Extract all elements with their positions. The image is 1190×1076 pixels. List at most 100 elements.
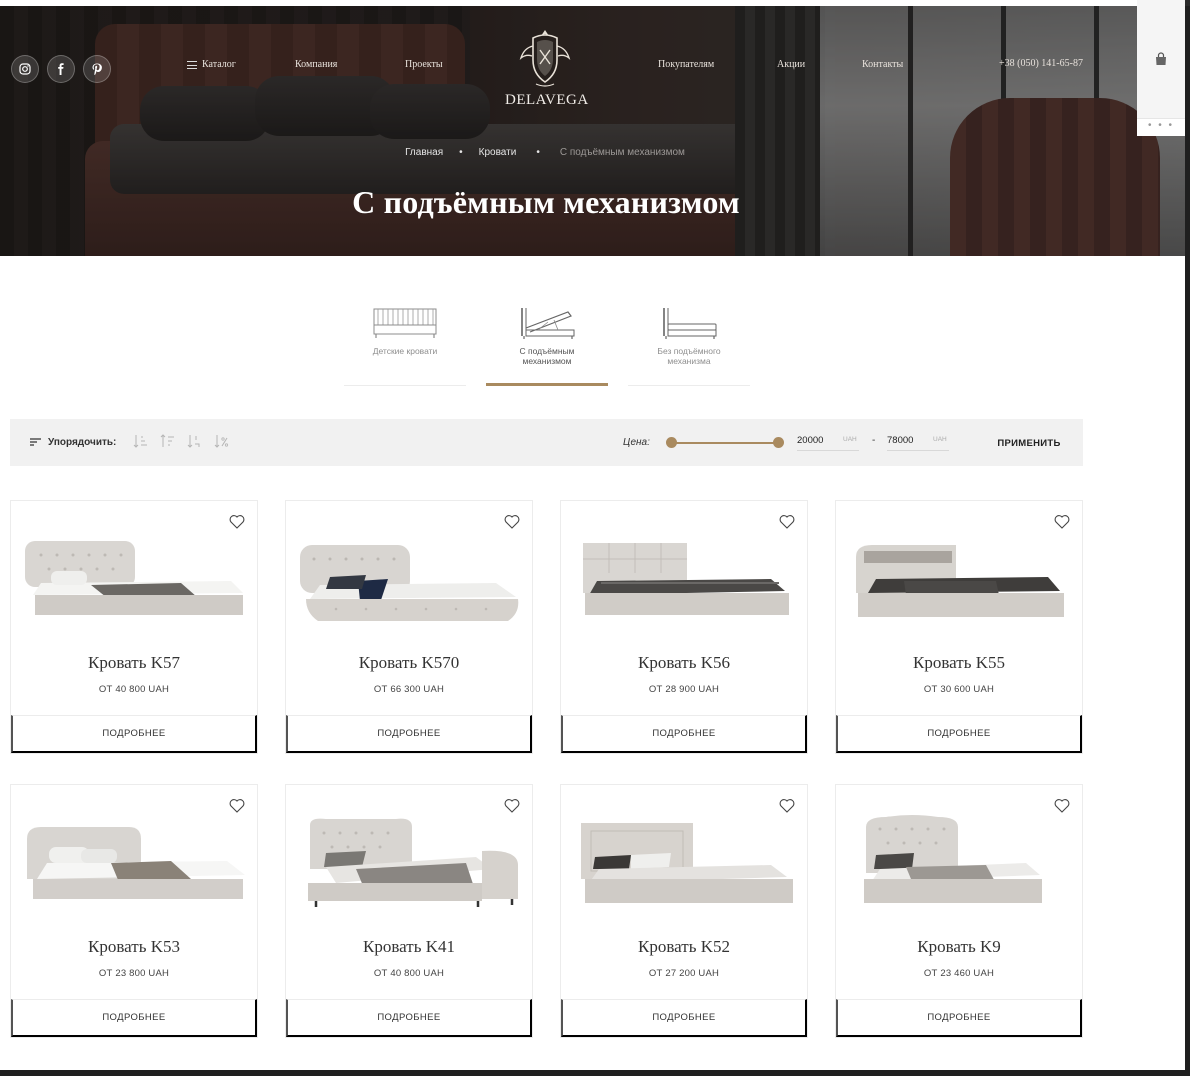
- sort-lines-icon: [30, 438, 41, 446]
- details-button[interactable]: ПОДРОБНЕЕ: [836, 999, 1082, 1037]
- kids-bed-icon: [373, 308, 437, 338]
- product-price: ОТ 23 460 UAH: [923, 968, 995, 979]
- nav-catalog[interactable]: Каталог: [187, 59, 236, 70]
- product-name[interactable]: Кровать K570: [286, 653, 532, 673]
- page: Каталог Компания Проекты DELAVEGA Покупа…: [0, 0, 1185, 1070]
- details-button[interactable]: ПОДРОБНЕЕ: [561, 715, 807, 753]
- sort-discount-icon[interactable]: [213, 433, 229, 449]
- product-name[interactable]: Кровать K41: [286, 937, 532, 957]
- favorite-heart-icon[interactable]: [1054, 514, 1070, 529]
- product-card[interactable]: Кровать K570 ОТ 66 300 UAH ПОДРОБНЕЕ: [285, 500, 533, 754]
- price-range-dash: -: [872, 435, 876, 446]
- phone-link[interactable]: +38 (050) 141-65-87: [999, 58, 1083, 69]
- breadcrumb: Главная • Кровати • С подъёмным механизм…: [0, 147, 1090, 158]
- facebook-icon: [58, 63, 64, 75]
- pinterest-link[interactable]: [83, 55, 111, 83]
- product-card[interactable]: Кровать K52 ОТ 27 200 UAH ПОДРОБНЕЕ: [560, 784, 808, 1038]
- product-card[interactable]: Кровать K55 ОТ 30 600 UAH ПОДРОБНЕЕ: [835, 500, 1083, 754]
- product-name[interactable]: Кровать K55: [836, 653, 1082, 673]
- sort-descending-icon[interactable]: [159, 433, 175, 449]
- breadcrumb-home[interactable]: Главная: [405, 147, 443, 158]
- product-image[interactable]: [846, 529, 1072, 629]
- product-price: ОТ 40 800 UAH: [98, 684, 170, 695]
- facebook-link[interactable]: [47, 55, 75, 83]
- product-name[interactable]: Кровать K57: [11, 653, 257, 673]
- favorite-heart-icon[interactable]: [229, 798, 245, 813]
- nav-company[interactable]: Компания: [295, 59, 337, 70]
- product-card[interactable]: Кровать K41 ОТ 40 800 UAH ПОДРОБНЕЕ: [285, 784, 533, 1038]
- price-label: Цена:: [623, 437, 650, 448]
- product-image[interactable]: [571, 529, 797, 629]
- category-label: Детские кровати: [372, 346, 438, 356]
- hero-banner: Каталог Компания Проекты DELAVEGA Покупа…: [0, 6, 1185, 256]
- favorite-heart-icon[interactable]: [779, 514, 795, 529]
- product-name[interactable]: Кровать K9: [836, 937, 1082, 957]
- product-image[interactable]: [296, 529, 522, 629]
- lift-bed-icon: [521, 308, 575, 339]
- product-price: ОТ 23 800 UAH: [98, 968, 170, 979]
- nav-promotions[interactable]: Акции: [777, 59, 805, 70]
- brand-logo-text: DELAVEGA: [505, 92, 589, 108]
- product-card[interactable]: Кровать K53 ОТ 23 800 UAH ПОДРОБНЕЕ: [10, 784, 258, 1038]
- category-tab-no-lift[interactable]: Без подъёмного механизма: [628, 300, 750, 386]
- shopping-bag-icon[interactable]: [1154, 52, 1168, 66]
- product-name[interactable]: Кровать K56: [561, 653, 807, 673]
- price-slider-max-handle[interactable]: [773, 437, 784, 448]
- product-price: ОТ 66 300 UAH: [373, 684, 445, 695]
- menu-icon: [187, 60, 197, 69]
- category-tab-lift-mechanism[interactable]: С подъёмным механизмом: [486, 300, 608, 386]
- sort-ascending-icon[interactable]: [132, 433, 148, 449]
- details-button[interactable]: ПОДРОБНЕЕ: [836, 715, 1082, 753]
- apply-filter-button[interactable]: ПРИМЕНИТЬ: [994, 433, 1064, 453]
- product-image[interactable]: [296, 813, 522, 913]
- product-price: ОТ 27 200 UAH: [648, 968, 720, 979]
- min-price-currency: UAH: [843, 436, 857, 443]
- details-button[interactable]: ПОДРОБНЕЕ: [11, 999, 257, 1037]
- details-button[interactable]: ПОДРОБНЕЕ: [561, 999, 807, 1037]
- product-image[interactable]: [21, 813, 247, 913]
- breadcrumb-separator: •: [459, 147, 463, 158]
- product-image[interactable]: [571, 813, 797, 913]
- price-slider-min-handle[interactable]: [666, 437, 677, 448]
- category-tab-kids-beds[interactable]: Детские кровати: [344, 300, 466, 386]
- category-label: Без подъёмного механизма: [657, 346, 721, 366]
- instagram-link[interactable]: [11, 55, 39, 83]
- nav-buyers[interactable]: Покупателям: [658, 59, 714, 70]
- category-label: С подъёмным механизмом: [519, 346, 575, 366]
- product-image[interactable]: [846, 813, 1072, 913]
- product-name[interactable]: Кровать K53: [11, 937, 257, 957]
- details-button[interactable]: ПОДРОБНЕЕ: [11, 715, 257, 753]
- breadcrumb-separator: •: [536, 147, 540, 158]
- product-card[interactable]: Кровать K56 ОТ 28 900 UAH ПОДРОБНЕЕ: [560, 500, 808, 754]
- details-button[interactable]: ПОДРОБНЕЕ: [286, 999, 532, 1037]
- product-card[interactable]: Кровать K9 ОТ 23 460 UAH ПОДРОБНЕЕ: [835, 784, 1083, 1038]
- standard-bed-icon: [663, 308, 717, 339]
- pinterest-icon: [92, 63, 102, 75]
- favorite-heart-icon[interactable]: [1054, 798, 1070, 813]
- filter-bar: Упорядочить: Цена: UAH - UAH ПРИМЕНИТЬ: [10, 419, 1083, 466]
- product-name[interactable]: Кровать K52: [561, 937, 807, 957]
- instagram-icon: [19, 63, 31, 75]
- favorite-heart-icon[interactable]: [779, 798, 795, 813]
- max-price-currency: UAH: [933, 436, 947, 443]
- nav-catalog-label: Каталог: [202, 59, 236, 70]
- nav-contacts[interactable]: Контакты: [862, 59, 903, 70]
- product-price: ОТ 40 800 UAH: [373, 968, 445, 979]
- more-options-button[interactable]: • • •: [1137, 118, 1185, 136]
- favorite-heart-icon[interactable]: [229, 514, 245, 529]
- cart-panel: • • •: [1137, 0, 1185, 136]
- favorite-heart-icon[interactable]: [504, 798, 520, 813]
- nav-projects[interactable]: Проекты: [405, 59, 443, 70]
- product-card[interactable]: Кровать K57 ОТ 40 800 UAH ПОДРОБНЕЕ: [10, 500, 258, 754]
- brand-logo[interactable]: DELAVEGA: [505, 28, 589, 109]
- breadcrumb-current: С подъёмным механизмом: [559, 147, 685, 158]
- price-slider-track[interactable]: [671, 442, 779, 444]
- crest-icon: [519, 30, 571, 87]
- details-button[interactable]: ПОДРОБНЕЕ: [286, 715, 532, 753]
- breadcrumb-beds[interactable]: Кровати: [479, 147, 517, 158]
- product-price: ОТ 28 900 UAH: [648, 684, 720, 695]
- product-price: ОТ 30 600 UAH: [923, 684, 995, 695]
- favorite-heart-icon[interactable]: [504, 514, 520, 529]
- sort-price-icon[interactable]: [186, 433, 202, 449]
- product-image[interactable]: [21, 529, 247, 629]
